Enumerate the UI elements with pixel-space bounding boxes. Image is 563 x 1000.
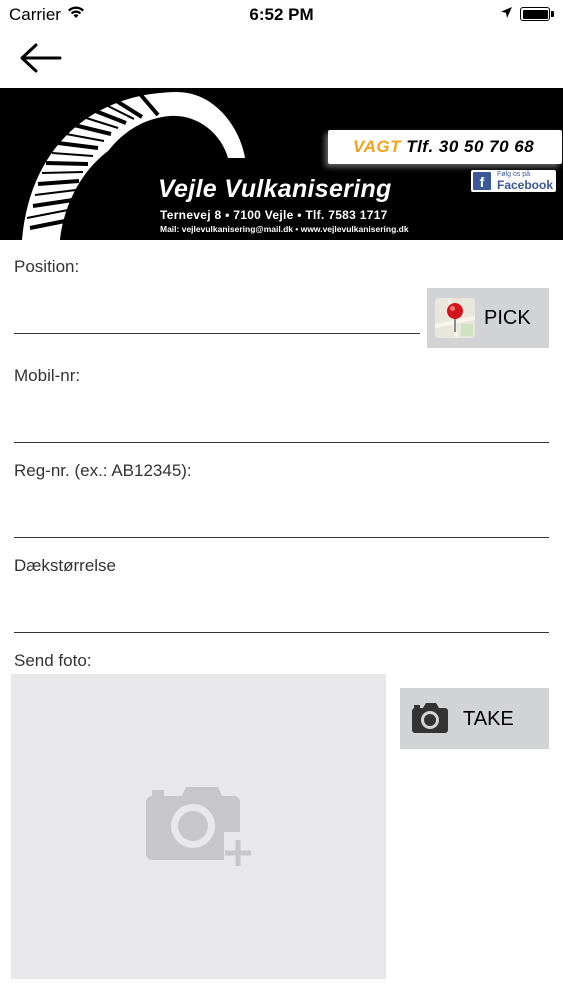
pick-button[interactable]: PICK (427, 288, 549, 348)
photo-label: Send foto: (14, 651, 92, 670)
location-arrow-icon (500, 6, 513, 24)
add-photo-icon (146, 787, 256, 866)
clock: 6:52 PM (249, 5, 314, 24)
vagt-phone-number: Tlf. 30 50 70 68 (400, 137, 535, 156)
mobile-input[interactable] (14, 407, 549, 443)
arrow-left-icon (20, 43, 62, 73)
take-label: TAKE (463, 708, 514, 730)
status-bar: Carrier 6:52 PM (0, 0, 563, 30)
mobile-label: Mobil-nr: (14, 366, 81, 385)
emergency-phone: VAGT Tlf. 30 50 70 68 (353, 137, 534, 157)
facebook-follow-text: Følg os på (497, 171, 531, 178)
position-input[interactable] (14, 298, 420, 334)
facebook-label: Facebook (497, 178, 554, 192)
pick-label: PICK (484, 307, 531, 329)
vagt-label: VAGT (353, 137, 401, 156)
map-pin-icon (435, 298, 475, 338)
company-name: Vejle Vulkanisering (158, 175, 392, 203)
back-button[interactable] (16, 38, 68, 78)
tire-size-input[interactable] (14, 597, 549, 633)
company-contact: Mail: vejlevulkanisering@mail.dk • www.v… (160, 224, 409, 234)
position-label: Position: (14, 257, 80, 276)
registration-input[interactable] (14, 502, 549, 538)
facebook-badge[interactable]: f Følg os på Facebook (471, 170, 556, 192)
registration-label: Reg-nr. (ex.: AB12345): (14, 461, 192, 480)
tire-size-label: Dækstørrelse (14, 556, 117, 575)
facebook-icon: f (473, 172, 491, 190)
photo-placeholder-area[interactable] (11, 674, 386, 979)
take-photo-button[interactable]: TAKE (400, 688, 549, 749)
battery-icon (520, 7, 554, 21)
company-address: Ternevej 8 • 7100 Vejle • Tlf. 7583 1717 (160, 208, 388, 222)
camera-icon (412, 703, 448, 733)
